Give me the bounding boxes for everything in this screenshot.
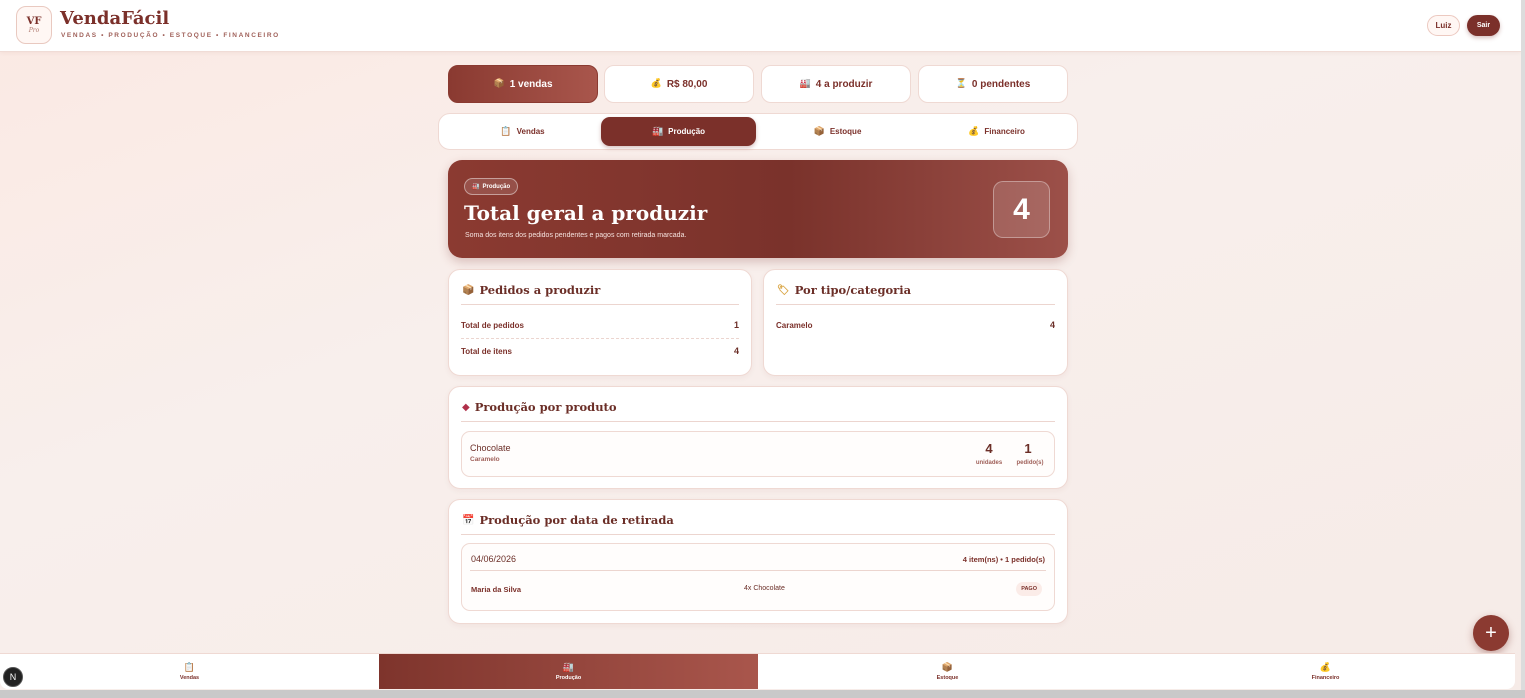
bottom-nav-producao[interactable]: 🏭 Produção [379,654,758,689]
product-card-title: ◆ Produção por produto [462,400,617,414]
logo-initials: VF [26,15,42,27]
stat-pending-label: 0 pendentes [971,78,1031,90]
app-logo[interactable]: VF Pro [16,6,52,44]
status-badge: PAGO [1016,582,1042,596]
divider [461,534,1055,535]
package-icon: 📦 [493,79,505,89]
order-row[interactable]: Maria da Silva 4x Chocolate PAGO [462,574,1054,610]
add-button[interactable]: + [1473,615,1509,651]
tab-estoque[interactable]: 📦 Estoque [760,117,915,146]
tab-vendas[interactable]: 📋 Vendas [445,117,600,146]
divider [776,304,1055,305]
divider [461,421,1055,422]
pickup-date: 04/06/2026 [471,554,517,564]
date-card-title: 📅 Produção por data de retirada [462,513,674,527]
product-units-label: unidades [975,460,1003,466]
factory-icon: 🏭 [562,662,575,673]
total-orders-label: Total de pedidos [461,321,524,330]
total-items-label: Total de itens [461,347,512,356]
calendar-icon: 📅 [462,514,475,526]
hero-badge-label: Produção [482,183,511,190]
user-button[interactable]: Luiz [1427,15,1460,36]
diamond-icon: ◆ [462,401,470,413]
product-category: Caramelo [470,456,500,463]
stat-sales[interactable]: 📦 1 vendas [448,65,598,103]
window-bottom-edge [0,690,1525,698]
app-subtitle: VENDAS • PRODUÇÃO • ESTOQUE • FINANCEIRO [61,32,280,39]
product-orders-value: 1 [1024,441,1032,456]
bottom-nav-estoque[interactable]: 📦 Estoque [758,654,1137,689]
production-total-hero: 🏭 Produção Total geral a produzir Soma d… [448,160,1068,258]
bottom-nav-financeiro[interactable]: 💰 Financeiro [1136,654,1515,689]
product-units-value: 4 [985,441,993,456]
tab-financeiro[interactable]: 💰 Financeiro [919,117,1074,146]
bottom-nav-financeiro-label: Financeiro [1311,674,1340,681]
package-icon: 📦 [813,126,825,137]
bottom-nav-producao-label: Produção [555,674,582,681]
logout-button[interactable]: Sair [1467,15,1500,36]
tab-producao[interactable]: 🏭 Produção [601,117,756,146]
production-by-product-card: ◆ Produção por produto Chocolate Caramel… [448,386,1068,489]
top-bar: VF Pro VendaFácil VENDAS • PRODUÇÃO • ES… [0,0,1521,52]
orders-to-produce-card: 📦 Pedidos a produzir Total de pedidos 1 … [448,269,752,376]
divider [461,304,739,305]
hero-title: Total geral a produzir [464,201,708,225]
hourglass-icon: ⏳ [955,79,967,89]
hero-badge: 🏭 Produção [464,178,519,195]
date-summary: 4 item(ns) • 1 pedido(s) [962,555,1045,564]
package-icon: 📦 [462,284,475,296]
total-orders-value: 1 [733,320,739,330]
product-card-title-text: Produção por produto [474,400,617,414]
date-group: 04/06/2026 4 item(ns) • 1 pedido(s) Mari… [461,543,1055,611]
clipboard-icon: 📋 [183,662,196,673]
order-items: 4x Chocolate [744,585,785,592]
stat-to-produce[interactable]: 🏭 4 a produzir [761,65,911,103]
product-name: Chocolate [470,443,511,453]
tab-estoque-label: Estoque [829,127,862,136]
total-items-value: 4 [733,346,739,356]
stat-revenue-label: R$ 80,00 [666,78,708,90]
product-row[interactable]: Chocolate Caramelo 4 unidades 1 pedido(s… [461,431,1055,477]
tab-financeiro-label: Financeiro [984,127,1025,136]
bottom-nav-vendas[interactable]: 📋 Vendas [0,654,379,689]
category-label: Caramelo [776,321,813,330]
customer-name: Maria da Silva [471,585,522,594]
bottom-navigation: 📋 Vendas 🏭 Produção 📦 Estoque 💰 Financei… [0,653,1515,689]
orders-card-title-text: Pedidos a produzir [479,283,601,297]
category-card-title: 🏷 Por tipo/categoria [777,283,911,297]
factory-icon: 🏭 [799,79,811,89]
stat-pending[interactable]: ⏳ 0 pendentes [918,65,1068,103]
category-value: 4 [1049,320,1055,330]
money-bag-icon: 💰 [1319,662,1332,673]
hero-total-value: 4 [993,181,1050,238]
tab-producao-label: Produção [668,127,706,136]
divider [461,338,739,339]
app-title: VendaFácil [60,8,170,29]
scrollbar[interactable] [1521,0,1525,698]
stat-revenue[interactable]: 💰 R$ 80,00 [604,65,754,103]
stat-sales-label: 1 vendas [509,78,553,90]
product-orders-label: pedido(s) [1016,460,1044,466]
stat-to-produce-label: 4 a produzir [815,78,873,90]
date-card-title-text: Produção por data de retirada [479,513,674,527]
production-by-date-card: 📅 Produção por data de retirada 04/06/20… [448,499,1068,624]
category-card-title-text: Por tipo/categoria [794,283,912,297]
tab-vendas-label: Vendas [516,127,545,136]
logo-tier: Pro [28,26,40,34]
bottom-nav-estoque-label: Estoque [936,674,959,681]
package-icon: 📦 [941,662,954,673]
dev-tools-badge[interactable]: N [3,667,23,687]
money-bag-icon: 💰 [650,79,662,89]
hero-subtitle: Soma dos itens dos pedidos pendentes e p… [465,232,687,239]
category-card: 🏷 Por tipo/categoria Caramelo 4 [763,269,1068,376]
clipboard-icon: 📋 [500,126,512,137]
bottom-nav-vendas-label: Vendas [179,674,200,681]
section-tabs: 📋 Vendas 🏭 Produção 📦 Estoque 💰 Financei… [438,113,1078,150]
money-bag-icon: 💰 [968,126,980,137]
factory-icon: 🏭 [651,126,664,137]
divider [470,570,1046,571]
orders-card-title: 📦 Pedidos a produzir [462,283,600,297]
tag-icon: 🏷 [777,284,790,296]
factory-icon: 🏭 [472,183,480,190]
